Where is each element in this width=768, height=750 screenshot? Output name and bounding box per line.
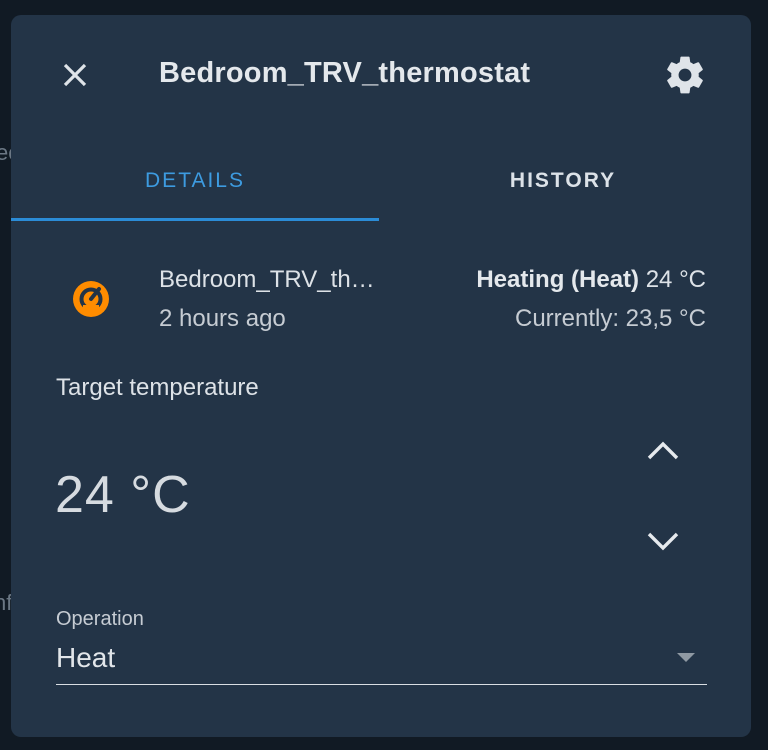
settings-button[interactable] — [663, 53, 707, 97]
target-temperature-value: 24 °C — [55, 466, 191, 524]
dialog-header: Bedroom_TRV_thermostat — [11, 15, 751, 133]
operation-value: Heat — [56, 642, 116, 673]
tab-bar: DETAILS HISTORY — [11, 143, 751, 223]
select-underline — [56, 684, 707, 685]
decrease-temperature-button[interactable] — [641, 518, 685, 562]
tab-details[interactable]: DETAILS — [11, 143, 379, 219]
chevron-down-icon — [641, 532, 685, 566]
last-changed: 2 hours ago — [159, 305, 286, 332]
active-tab-indicator — [11, 218, 379, 221]
entity-state: Heating (Heat) 24 °C — [476, 266, 706, 294]
gear-icon — [663, 56, 707, 101]
dropdown-arrow-icon — [677, 653, 695, 662]
current-temperature: Currently: 23,5 °C — [514, 305, 706, 332]
state-target-temperature: 24 °C — [645, 266, 706, 293]
target-temperature-label: Target temperature — [56, 374, 259, 401]
hvac-action: Heating (Heat) — [476, 266, 640, 293]
increase-temperature-button[interactable] — [641, 430, 685, 474]
entity-name[interactable]: Bedroom_TRV_th… — [159, 266, 409, 294]
close-button[interactable] — [55, 55, 95, 95]
operation-label: Operation — [56, 608, 144, 630]
more-info-dialog: Bedroom_TRV_thermostat DETAILS HISTORY B… — [11, 15, 751, 737]
thermostat-icon — [71, 279, 111, 319]
chevron-up-icon — [641, 441, 685, 478]
dialog-title: Bedroom_TRV_thermostat — [159, 57, 531, 89]
operation-select[interactable]: Heat — [56, 637, 707, 685]
close-icon — [55, 63, 95, 99]
tab-history[interactable]: HISTORY — [379, 143, 747, 219]
entity-row: Bedroom_TRV_th… 2 hours ago Heating (Hea… — [11, 255, 751, 345]
